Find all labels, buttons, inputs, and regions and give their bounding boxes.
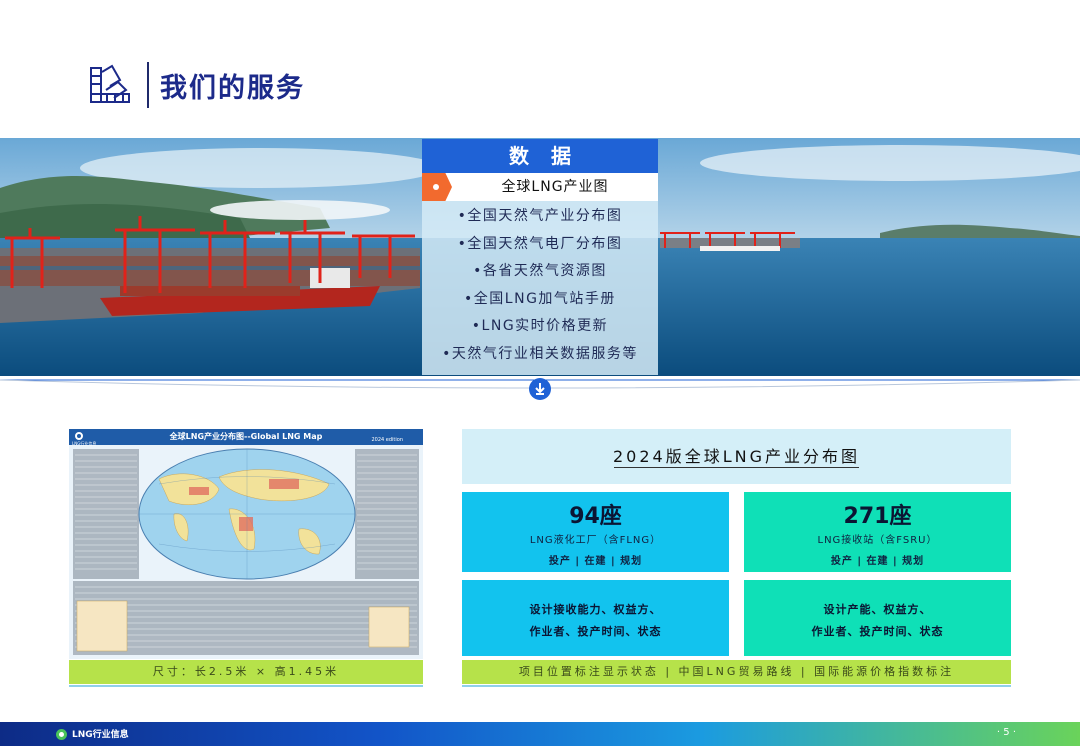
stat-label: LNG接收站（含FSRU） xyxy=(817,535,938,546)
data-services-panel: 数据 全球LNG产业图 •全国天然气产业分布图 •全国天然气电厂分布图 •各省天… xyxy=(422,139,658,375)
list-item: •全国天然气电厂分布图 xyxy=(457,235,623,252)
detail-line: 作业者、投产时间、状态 xyxy=(811,625,944,638)
swatch-chart-icon xyxy=(90,64,130,103)
bullet-arrow-icon xyxy=(422,173,452,201)
list-item: •全国LNG加气站手册 xyxy=(464,290,616,307)
map-title: 全球LNG产业分布图--Global LNG Map xyxy=(169,432,323,441)
list-item: •LNG实时价格更新 xyxy=(471,318,609,335)
footer-brand: LNG行业信息 xyxy=(72,730,129,740)
map-underline xyxy=(69,685,423,687)
plant-details-card: 设计产能、权益方、 作业者、投产时间、状态 xyxy=(744,580,1011,656)
page-header: 我们的服务 xyxy=(0,0,1080,138)
receiving-terminals-card: 271座 LNG接收站（含FSRU） 投产 | 在建 | 规划 xyxy=(744,492,1011,572)
panel-heading: 数据 xyxy=(422,139,658,173)
terminal-details-card: 设计接收能力、权益方、 作业者、投产时间、状态 xyxy=(462,580,729,656)
stat-status: 投产 | 在建 | 规划 xyxy=(830,556,925,567)
page-title: 我们的服务 xyxy=(160,73,305,104)
stat-label: LNG液化工厂（含FLNG） xyxy=(529,535,662,546)
features-bar: 项目位置标注显示状态 | 中国LNG贸易路线 | 国际能源价格指数标注 xyxy=(462,660,1011,684)
product-header: 2024版全球LNG产业分布图 xyxy=(462,429,1011,484)
page-number: · 5 · xyxy=(996,727,1016,738)
title-underline xyxy=(614,467,859,468)
brand-logo-icon xyxy=(56,729,67,740)
stat-value: 94座 xyxy=(569,504,622,529)
stat-value: 271座 xyxy=(843,504,912,529)
list-item: •各省天然气资源图 xyxy=(473,263,607,280)
map-size-label: 尺寸：长2.5米 × 高1.45米 xyxy=(69,660,423,684)
page-footer: LNG行业信息 · 5 · xyxy=(0,722,1080,746)
product-title: 2024版全球LNG产业分布图 xyxy=(612,447,860,466)
download-arrow-icon xyxy=(529,378,551,400)
header-divider xyxy=(147,62,149,108)
stat-status: 投产 | 在建 | 规划 xyxy=(548,556,643,567)
list-item: •天然气行业相关数据服务等 xyxy=(442,345,638,362)
features-underline xyxy=(462,685,1011,687)
panel-active-item[interactable]: 全球LNG产业图 xyxy=(422,173,658,201)
liquefaction-plants-card: 94座 LNG液化工厂（含FLNG） 投产 | 在建 | 规划 xyxy=(462,492,729,572)
panel-active-label: 全球LNG产业图 xyxy=(501,179,609,195)
detail-line: 作业者、投产时间、状态 xyxy=(529,625,662,638)
services-list: •全国天然气产业分布图 •全国天然气电厂分布图 •各省天然气资源图 •全国LNG… xyxy=(422,203,658,369)
global-lng-map-image: LNG行业信息 全球LNG产业分布图--Global LNG Map 2024 … xyxy=(69,429,423,659)
detail-line: 设计接收能力、权益方、 xyxy=(529,603,662,616)
map-edition: 2024 edition xyxy=(371,437,403,443)
detail-line: 设计产能、权益方、 xyxy=(823,603,932,616)
list-item: •全国天然气产业分布图 xyxy=(457,208,623,224)
